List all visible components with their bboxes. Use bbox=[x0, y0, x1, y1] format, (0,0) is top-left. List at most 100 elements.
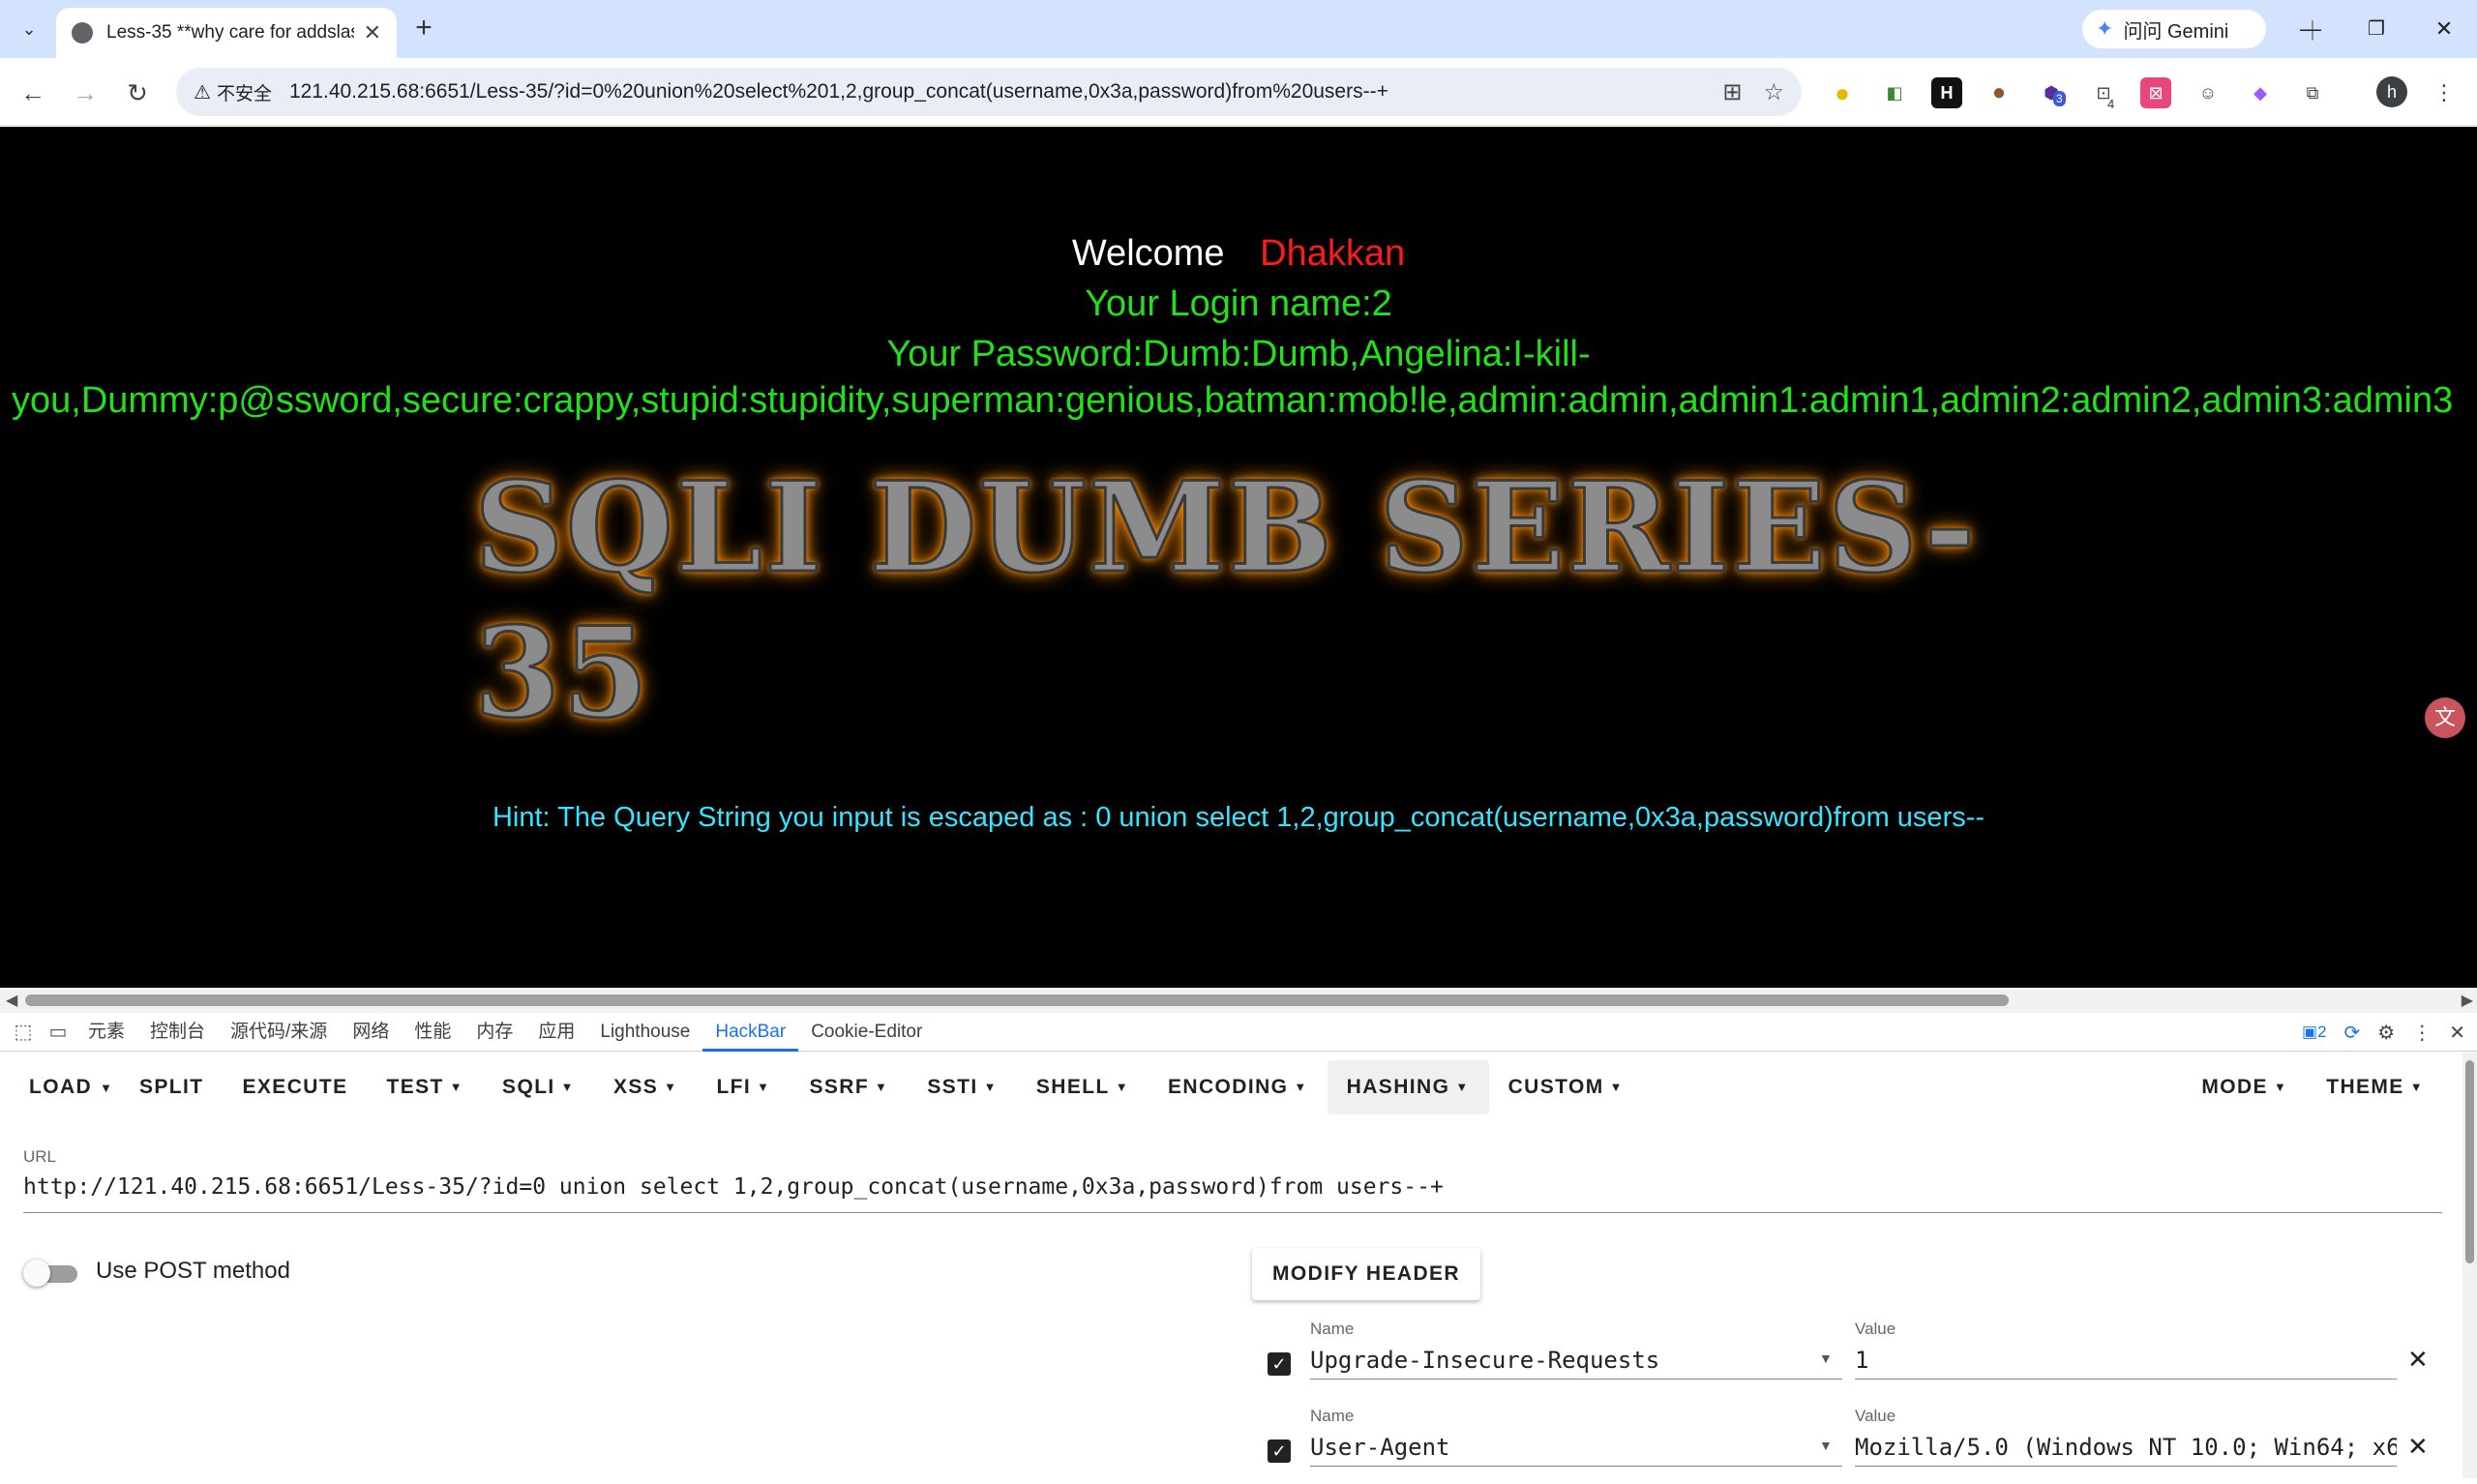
minimize-icon[interactable]: — bbox=[2291, 12, 2330, 46]
device-toolbar-icon[interactable]: ▭ bbox=[41, 1020, 75, 1044]
extension-pink-icon[interactable]: ⊠ bbox=[2140, 77, 2171, 108]
hackbar-url-input[interactable]: http://121.40.215.68:6651/Less-35/?id=0 … bbox=[23, 1174, 2442, 1213]
scroll-right-icon[interactable]: ▶ bbox=[2462, 991, 2473, 1010]
inspect-element-icon[interactable]: ⬚ bbox=[6, 1020, 41, 1044]
load-dropdown-icon[interactable]: ▼ bbox=[100, 1081, 112, 1095]
header-value-input[interactable]: 1 bbox=[1855, 1341, 2397, 1380]
load-button[interactable]: LOAD bbox=[10, 1060, 105, 1114]
scroll-left-icon[interactable]: ◀ bbox=[6, 991, 17, 1010]
header-value-input[interactable]: Mozilla/5.0 (Windows NT 10.0; Win64; x64… bbox=[1855, 1428, 2397, 1467]
remove-header-icon[interactable]: ✕ bbox=[2407, 1432, 2429, 1462]
extension-h-icon[interactable]: H bbox=[1931, 77, 1962, 108]
sqli-menu[interactable]: SQLI ▼ bbox=[483, 1060, 594, 1114]
cookie-icon[interactable]: ● bbox=[1984, 77, 2014, 108]
caret-down-icon: ▼ bbox=[875, 1080, 889, 1094]
forward-icon[interactable]: → bbox=[66, 74, 104, 112]
address-bar[interactable]: ⚠ 不安全 121.40.215.68:6651/Less-35/?id=0%2… bbox=[176, 68, 1802, 116]
extension-hex-icon[interactable]: ⬢ 3 bbox=[2036, 77, 2067, 108]
header-name-select[interactable]: User-Agent bbox=[1310, 1428, 1842, 1467]
scrollbar-thumb[interactable] bbox=[25, 994, 2009, 1006]
extension-grid-icon[interactable]: ⊡ 4 bbox=[2088, 77, 2119, 111]
gemini-label: 问问 Gemini bbox=[2123, 20, 2229, 43]
execute-button[interactable]: EXECUTE bbox=[223, 1060, 367, 1114]
ssti-menu[interactable]: SSTI ▼ bbox=[908, 1060, 1017, 1114]
devtools-more-icon[interactable]: ⋮ bbox=[2412, 1021, 2432, 1045]
sync-icon[interactable]: ⟳ bbox=[2344, 1021, 2361, 1045]
caret-down-icon: ▼ bbox=[560, 1080, 575, 1094]
ssti-label: SSTI bbox=[927, 1076, 978, 1098]
horizontal-scrollbar[interactable]: ◀ ▶ bbox=[0, 988, 2477, 1013]
devtools-tab-memory[interactable]: 内存 bbox=[463, 1013, 525, 1052]
issues-badge[interactable]: ▣2 bbox=[2302, 1023, 2327, 1042]
window-close-icon[interactable]: ✕ bbox=[2425, 12, 2463, 46]
lfi-menu[interactable]: LFI ▼ bbox=[697, 1060, 790, 1114]
header-value-label: Value bbox=[1855, 1407, 1896, 1425]
extension-cat-icon[interactable]: ◆ bbox=[2245, 77, 2276, 108]
devtools-tab-console[interactable]: 控制台 bbox=[137, 1013, 218, 1052]
header-value-label: Value bbox=[1855, 1320, 1896, 1338]
reload-icon[interactable]: ↻ bbox=[118, 74, 157, 112]
url-text[interactable]: 121.40.215.68:6651/Less-35/?id=0%20union… bbox=[289, 80, 1701, 104]
hackbar-vertical-scrollbar[interactable] bbox=[2462, 1053, 2477, 1478]
scrollbar-thumb[interactable] bbox=[2465, 1060, 2474, 1263]
encoding-menu[interactable]: ENCODING ▼ bbox=[1149, 1060, 1328, 1114]
browser-tab[interactable]: Less-35 **why care for addslashes()** ✕ bbox=[56, 8, 397, 58]
devtools-tab-elements[interactable]: 元素 bbox=[75, 1013, 137, 1052]
devtools-tab-application[interactable]: 应用 bbox=[525, 1013, 587, 1052]
translate-icon[interactable]: ⊞ bbox=[1722, 78, 1742, 106]
devtools-tab-performance[interactable]: 性能 bbox=[402, 1013, 463, 1052]
devtools-tab-hackbar[interactable]: HackBar bbox=[702, 1013, 799, 1052]
tab-search-button[interactable]: ⌄ bbox=[12, 12, 46, 46]
extensions-puzzle-icon[interactable]: ⧉ bbox=[2297, 77, 2328, 108]
extension-circle-icon[interactable]: ● bbox=[1827, 77, 1858, 108]
hashing-label: HASHING bbox=[1346, 1076, 1450, 1098]
caret-down-icon[interactable]: ▼ bbox=[1819, 1438, 1833, 1453]
caret-down-icon: ▼ bbox=[449, 1080, 464, 1094]
devtools-close-icon[interactable]: ✕ bbox=[2449, 1021, 2465, 1045]
bookmark-star-icon[interactable]: ☆ bbox=[1763, 78, 1784, 106]
post-method-toggle[interactable] bbox=[23, 1260, 79, 1287]
custom-menu[interactable]: CUSTOM ▼ bbox=[1489, 1060, 1643, 1114]
xss-menu[interactable]: XSS ▼ bbox=[594, 1060, 698, 1114]
caret-down-icon[interactable]: ▼ bbox=[1819, 1350, 1833, 1366]
page-viewport: Welcome Dhakkan Your Login name:2 Your P… bbox=[0, 127, 2477, 988]
custom-label: CUSTOM bbox=[1507, 1076, 1604, 1098]
extension-face-icon[interactable]: ☺ bbox=[2193, 77, 2223, 108]
hint-text: Hint: The Query String you input is esca… bbox=[492, 802, 1985, 833]
welcome-line: Welcome Dhakkan bbox=[0, 233, 2477, 275]
split-button[interactable]: SPLIT bbox=[120, 1060, 224, 1114]
hashing-menu[interactable]: HASHING ▼ bbox=[1327, 1060, 1489, 1114]
header-name-select[interactable]: Upgrade-Insecure-Requests bbox=[1310, 1341, 1842, 1380]
remove-header-icon[interactable]: ✕ bbox=[2407, 1345, 2429, 1375]
gemini-button[interactable]: ✦ 问问 Gemini bbox=[2082, 10, 2266, 48]
shell-menu[interactable]: SHELL ▼ bbox=[1017, 1060, 1149, 1114]
devtools-tab-sources[interactable]: 源代码/来源 bbox=[218, 1013, 340, 1052]
mode-menu[interactable]: MODE ▼ bbox=[2182, 1060, 2307, 1114]
back-icon[interactable]: ← bbox=[14, 74, 52, 112]
url-label: URL bbox=[23, 1147, 57, 1166]
header-row: ✓ Name Upgrade-Insecure-Requests ▼ Value… bbox=[1266, 1320, 2456, 1397]
tab-close-button[interactable]: ✕ bbox=[364, 20, 381, 45]
modify-header-button[interactable]: MODIFY HEADER bbox=[1252, 1248, 1480, 1300]
caret-down-icon: ▼ bbox=[983, 1080, 998, 1094]
devtools-tab-cookie-editor[interactable]: Cookie-Editor bbox=[798, 1013, 935, 1052]
more-menu-icon[interactable]: ⋮ bbox=[2429, 77, 2460, 108]
devtools-actions: ▣2 ⟳ ⚙ ⋮ ✕ bbox=[2302, 1013, 2477, 1052]
header-enabled-checkbox[interactable]: ✓ bbox=[1268, 1439, 1291, 1463]
test-menu[interactable]: TEST ▼ bbox=[367, 1060, 483, 1114]
header-enabled-checkbox[interactable]: ✓ bbox=[1268, 1352, 1291, 1376]
banner-text: SQLI DUMB SERIES-35 bbox=[473, 455, 1978, 748]
devtools-tab-lighthouse[interactable]: Lighthouse bbox=[587, 1013, 702, 1052]
extension-js-icon[interactable]: ◧ bbox=[1879, 77, 1910, 108]
user-name: Dhakkan bbox=[1260, 233, 1406, 274]
xss-label: XSS bbox=[612, 1076, 659, 1098]
restore-icon[interactable]: ❐ bbox=[2357, 12, 2396, 46]
ssrf-menu[interactable]: SSRF ▼ bbox=[790, 1060, 908, 1114]
new-tab-button[interactable]: + bbox=[406, 12, 441, 46]
theme-menu[interactable]: THEME ▼ bbox=[2307, 1060, 2443, 1114]
profile-avatar[interactable]: h bbox=[2376, 76, 2407, 107]
devtools-tab-network[interactable]: 网络 bbox=[340, 1013, 402, 1052]
settings-gear-icon[interactable]: ⚙ bbox=[2377, 1021, 2395, 1045]
caret-down-icon: ▼ bbox=[757, 1080, 771, 1094]
translate-float-icon[interactable]: 文 bbox=[2425, 697, 2465, 738]
